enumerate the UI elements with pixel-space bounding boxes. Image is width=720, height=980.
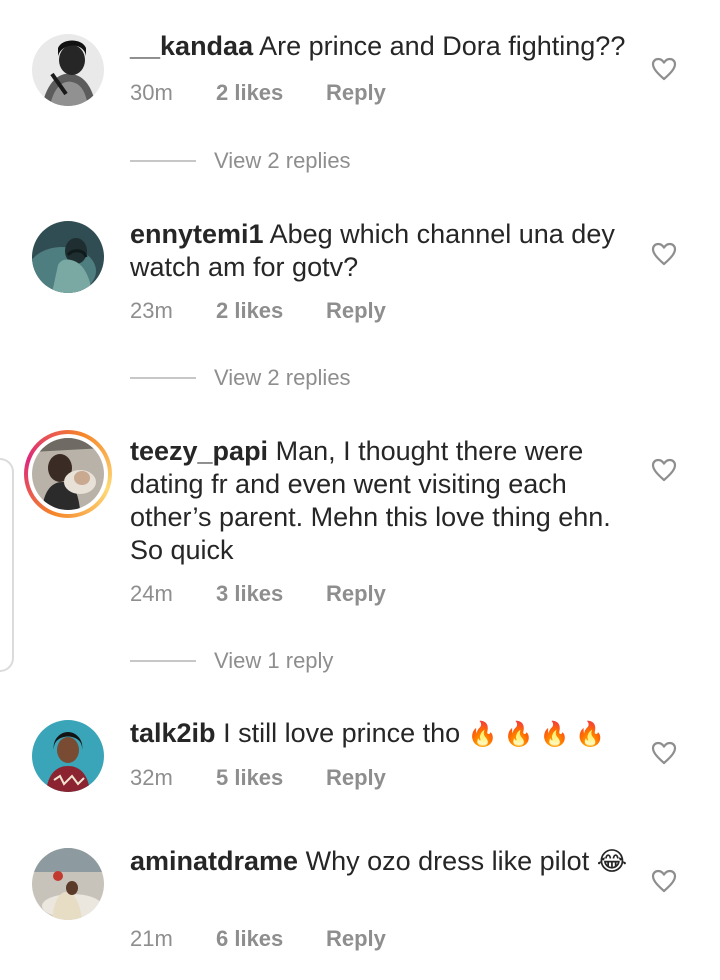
like-button[interactable]: [651, 741, 677, 765]
panel-edge: [0, 458, 14, 672]
comment-time: 24m: [130, 581, 173, 606]
comment-text: teezy_papi Man, I thought there were dat…: [130, 435, 630, 567]
view-replies-button[interactable]: View 2 replies: [130, 146, 351, 176]
like-button[interactable]: [651, 458, 677, 482]
divider-line: [130, 160, 196, 162]
divider-line: [130, 377, 196, 379]
comment-likes[interactable]: 2 likes: [216, 298, 326, 324]
heart-outline-icon: [651, 869, 677, 893]
comment-body: I still love prince tho: [223, 718, 461, 748]
view-replies-label: View 2 replies: [214, 148, 351, 173]
view-replies-button[interactable]: View 1 reply: [130, 646, 333, 676]
comment-username[interactable]: talk2ib: [130, 718, 216, 748]
view-replies-label: View 2 replies: [214, 365, 351, 390]
comment-meta: 23m 2 likes Reply: [130, 298, 386, 324]
comment-meta: 21m 6 likes Reply: [130, 926, 386, 952]
comment-username[interactable]: ennytemi1: [130, 219, 264, 249]
reply-button[interactable]: Reply: [326, 581, 386, 607]
comment-username[interactable]: teezy_papi: [130, 436, 268, 466]
comment-time: 21m: [130, 926, 173, 951]
reply-button[interactable]: Reply: [326, 298, 386, 324]
view-replies-button[interactable]: View 2 replies: [130, 363, 351, 393]
comment-meta: 24m 3 likes Reply: [130, 581, 386, 607]
like-button[interactable]: [651, 869, 677, 893]
reply-button[interactable]: Reply: [326, 80, 386, 106]
reply-button[interactable]: Reply: [326, 765, 386, 791]
comment-likes[interactable]: 6 likes: [216, 926, 326, 952]
heart-outline-icon: [651, 57, 677, 81]
heart-outline-icon: [651, 242, 677, 266]
comment-time: 30m: [130, 80, 173, 105]
avatar: [28, 434, 108, 514]
comment-likes[interactable]: 3 likes: [216, 581, 326, 607]
comment-username[interactable]: aminatdrame: [130, 846, 298, 876]
comment-body: Why ozo dress like pilot: [305, 846, 590, 876]
avatar-story-ring[interactable]: [24, 430, 112, 518]
reply-button[interactable]: Reply: [326, 926, 386, 952]
comment-time: 23m: [130, 298, 173, 323]
view-replies-label: View 1 reply: [214, 648, 334, 673]
fire-emoji: 🔥🔥🔥🔥: [467, 721, 612, 748]
heart-outline-icon: [651, 458, 677, 482]
laughing-emoji: 😂: [596, 846, 628, 876]
avatar[interactable]: [32, 848, 104, 920]
like-button[interactable]: [651, 242, 677, 266]
avatar[interactable]: [32, 34, 104, 106]
comment-meta: 32m 5 likes Reply: [130, 765, 386, 791]
comment-username[interactable]: __kandaa: [130, 31, 253, 61]
comment-text: __kandaa Are prince and Dora fighting??: [130, 30, 630, 63]
avatar[interactable]: [32, 720, 104, 792]
comment-time: 32m: [130, 765, 173, 790]
comment-body: Are prince and Dora fighting??: [259, 31, 626, 61]
comment-text: aminatdrame Why ozo dress like pilot 😂: [130, 845, 630, 878]
comment-likes[interactable]: 5 likes: [216, 765, 326, 791]
comment-text: ennytemi1 Abeg which channel una dey wat…: [130, 218, 630, 284]
avatar[interactable]: [32, 221, 104, 293]
like-button[interactable]: [651, 57, 677, 81]
heart-outline-icon: [651, 741, 677, 765]
comment-text: talk2ib I still love prince tho 🔥🔥🔥🔥: [130, 717, 630, 751]
divider-line: [130, 660, 196, 662]
comment-likes[interactable]: 2 likes: [216, 80, 326, 106]
comment-meta: 30m 2 likes Reply: [130, 80, 386, 106]
